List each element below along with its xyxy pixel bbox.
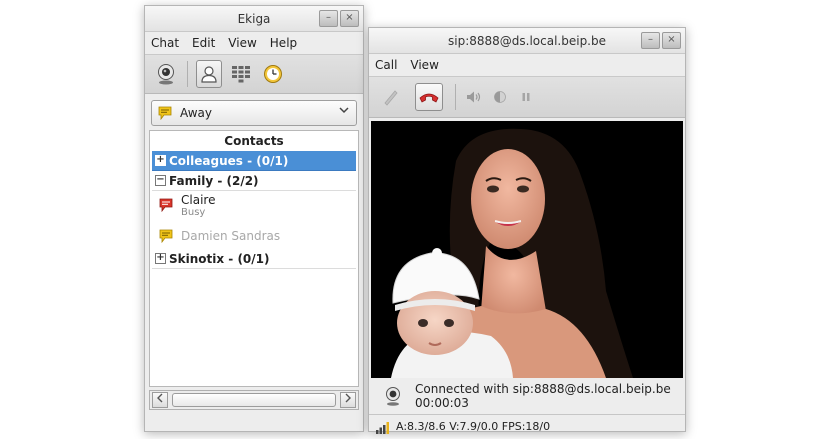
close-button[interactable]: × (340, 10, 359, 27)
away-bubble-icon (158, 106, 172, 120)
menu-chat[interactable]: Chat (151, 36, 179, 50)
webcam-icon (386, 387, 400, 406)
scroll-right-arrow-icon[interactable] (340, 392, 356, 408)
menu-edit[interactable]: Edit (192, 36, 215, 50)
call-titlebar[interactable]: sip:8888@ds.local.beip.be – × (369, 28, 685, 54)
chevron-down-icon (339, 105, 349, 118)
ekiga-main-window: Ekiga – × Chat Edit View Help Away Conta… (144, 5, 364, 432)
brightness-icon (494, 91, 506, 103)
contact-person-icon (201, 66, 217, 83)
call-window-title: sip:8888@ds.local.beip.be (447, 33, 606, 48)
call-history-button[interactable] (260, 60, 286, 88)
call-toolbar (369, 76, 685, 118)
toolbar-separator (455, 84, 456, 110)
contacts-view-button[interactable] (196, 60, 222, 88)
close-button[interactable]: × (662, 32, 681, 49)
hangup-phone-icon (419, 93, 439, 103)
dialpad-view-button[interactable] (228, 60, 254, 88)
minimize-button[interactable]: – (641, 32, 660, 49)
speaker-icon (467, 91, 481, 103)
video-frame-image (371, 121, 683, 378)
call-status-text: Connected with sip:8888@ds.local.beip.be (415, 382, 671, 396)
contacts-roster: Contacts + Colleagues - (0/1) − Family -… (149, 130, 359, 387)
call-statistics: A:8.3/8.6 V:7.9/0.0 FPS:18/0 (396, 420, 551, 433)
group-family[interactable]: − Family - (2/2) (152, 171, 356, 191)
presence-label: Away (180, 106, 212, 120)
webcam-button[interactable] (153, 60, 179, 88)
video-stream (371, 121, 683, 378)
collapse-icon[interactable]: − (155, 175, 166, 186)
contact-damien-sandras[interactable]: Damien Sandras (152, 222, 356, 249)
webcam-icon (158, 64, 174, 85)
menu-call[interactable]: Call (375, 58, 397, 72)
minimize-button[interactable]: – (319, 10, 338, 27)
hangup-button[interactable] (415, 83, 443, 111)
pickup-button[interactable] (377, 83, 405, 111)
presence-selector[interactable]: Away (151, 100, 357, 126)
busy-bubble-icon (159, 198, 173, 212)
expand-icon[interactable]: + (155, 253, 166, 264)
contact-name: Damien Sandras (181, 229, 281, 243)
window-title: Ekiga (237, 11, 271, 26)
clock-icon (264, 65, 282, 83)
pause-icon (522, 93, 530, 101)
roster-horizontal-scrollbar[interactable] (149, 390, 359, 410)
menu-view[interactable]: View (228, 36, 256, 50)
contact-claire[interactable]: Claire Busy (152, 191, 356, 222)
call-status-area: Connected with sip:8888@ds.local.beip.be… (369, 378, 685, 414)
main-toolbar (145, 54, 363, 94)
contact-name: Claire (181, 193, 216, 207)
away-bubble-icon (159, 229, 173, 243)
main-titlebar[interactable]: Ekiga – × (145, 6, 363, 32)
group-label: Family - (2/2) (169, 173, 259, 188)
pickup-phone-icon (384, 90, 398, 106)
signal-strength-icon (376, 421, 389, 434)
main-menubar: Chat Edit View Help (145, 32, 363, 54)
expand-icon[interactable]: + (155, 155, 166, 166)
scroll-left-arrow-icon[interactable] (152, 392, 168, 408)
call-statusbar: A:8.3/8.6 V:7.9/0.0 FPS:18/0 (369, 414, 685, 438)
toolbar-separator (187, 61, 188, 87)
call-window: sip:8888@ds.local.beip.be – × Call View (368, 27, 686, 434)
video-settings-button[interactable] (490, 87, 510, 107)
menu-view[interactable]: View (410, 58, 438, 72)
call-menubar: Call View (369, 54, 685, 76)
group-skinotix[interactable]: + Skinotix - (0/1) (152, 249, 356, 269)
group-label: Colleagues - (0/1) (169, 153, 289, 168)
menu-help[interactable]: Help (270, 36, 297, 50)
audio-settings-button[interactable] (464, 87, 484, 107)
roster-header: Contacts (224, 134, 284, 148)
scroll-thumb[interactable] (172, 393, 336, 407)
dialpad-icon (232, 66, 250, 83)
hold-call-button[interactable] (516, 87, 536, 107)
group-colleagues[interactable]: + Colleagues - (0/1) (152, 151, 356, 171)
call-duration: 00:00:03 (415, 396, 469, 410)
contact-status: Busy (181, 207, 206, 218)
group-label: Skinotix - (0/1) (169, 251, 270, 266)
